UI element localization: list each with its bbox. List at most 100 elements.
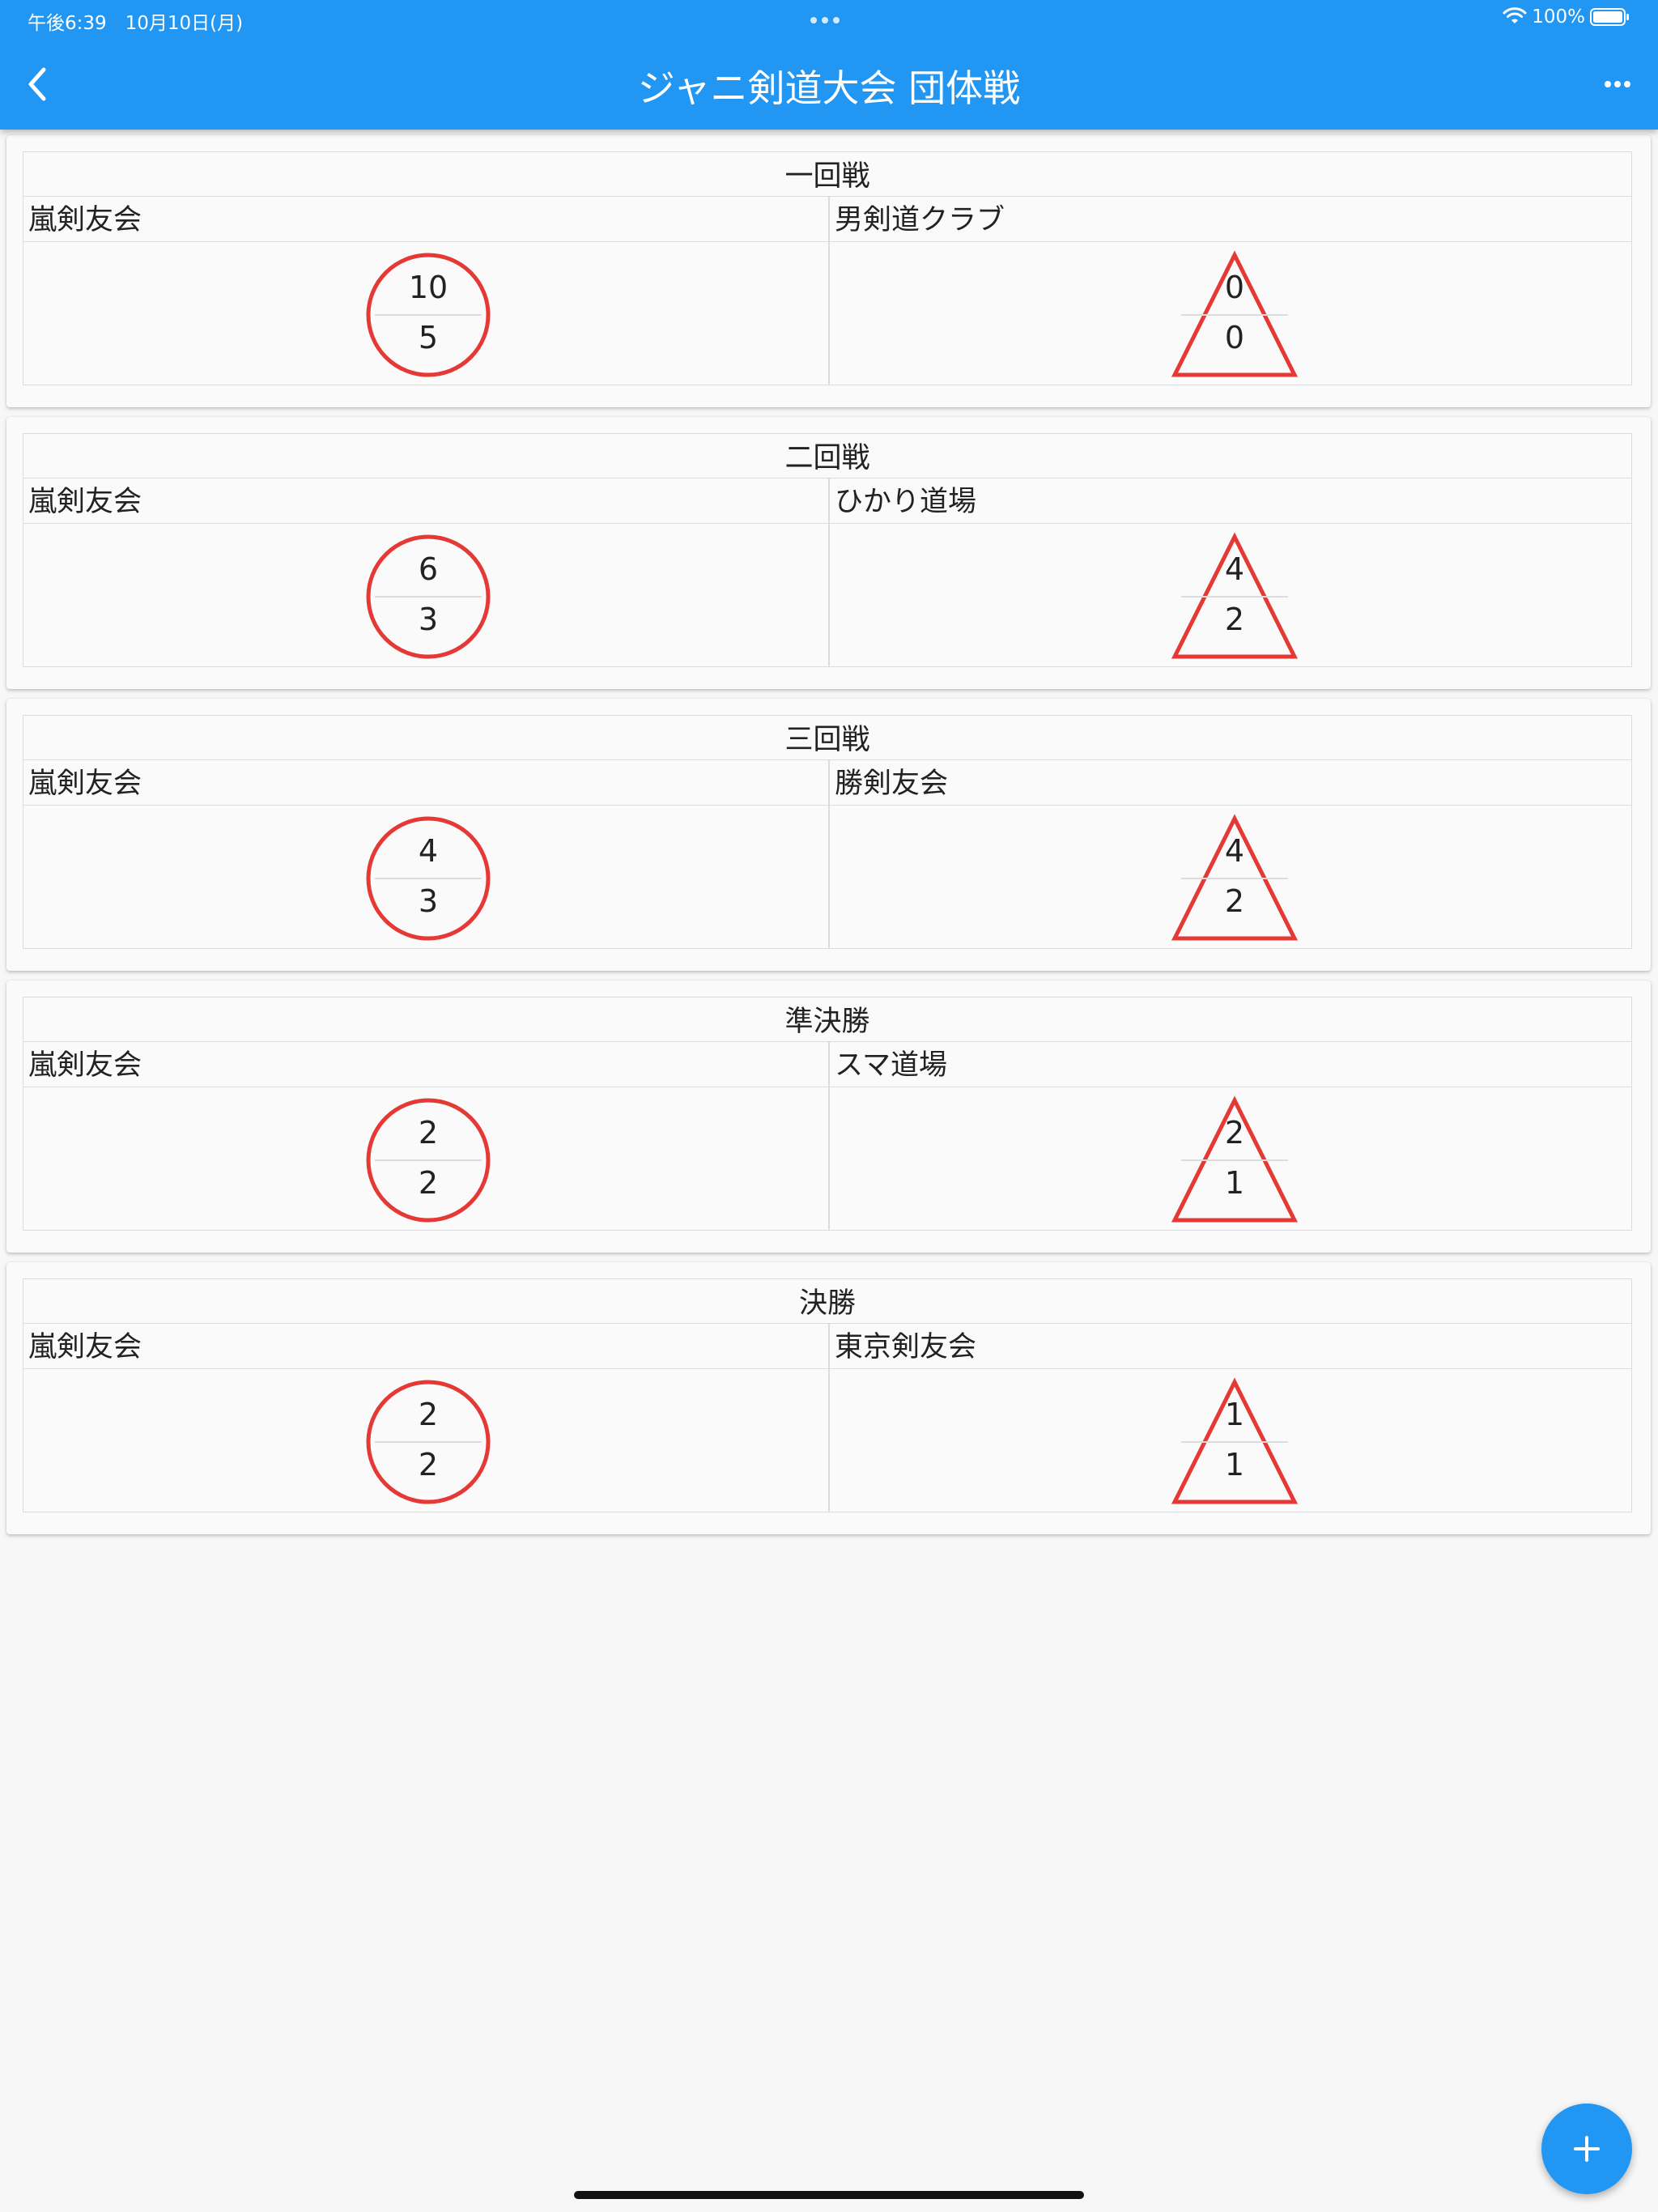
right-score-bottom: 1	[1224, 1447, 1245, 1482]
match-table: 二回戦 嵐剣友会 ひかり道場 6 3 4 2	[23, 433, 1632, 667]
circle-mark: 22	[363, 1095, 493, 1225]
round-title: 決勝	[23, 1279, 1631, 1324]
left-score-top: 10	[408, 270, 449, 305]
left-score-top: 6	[418, 551, 439, 587]
score-divider	[375, 1159, 482, 1161]
left-team-name: 嵐剣友会	[28, 768, 142, 800]
left-score-top: 2	[418, 1115, 439, 1151]
team-row: 嵐剣友会 ひかり道場	[23, 479, 1631, 524]
right-score-cell[interactable]: 42	[830, 524, 1635, 666]
wifi-icon	[1503, 7, 1527, 27]
left-score-bottom: 2	[418, 1447, 439, 1482]
circle-mark: 63	[363, 532, 493, 661]
triangle-mark: 21	[1170, 1095, 1299, 1225]
score-divider	[1181, 1159, 1288, 1161]
left-score-cell[interactable]: 43	[23, 806, 828, 948]
team-row: 嵐剣友会 スマ道場	[23, 1042, 1631, 1087]
triangle-mark: 42	[1170, 532, 1299, 661]
left-team-name: 嵐剣友会	[28, 486, 142, 518]
round-title: 一回戦	[23, 152, 1631, 197]
status-time: 午後6:39 10月10日(月)	[28, 13, 244, 34]
score-row: 2211	[23, 1369, 1631, 1512]
left-score-top: 2	[418, 1397, 439, 1432]
score-divider	[375, 878, 482, 879]
score-divider	[1181, 878, 1288, 879]
score-divider	[375, 1441, 482, 1443]
right-score-cell[interactable]: 00	[830, 242, 1635, 385]
score-divider	[375, 314, 482, 316]
score-row: 10 5 0 0	[23, 242, 1631, 385]
app-bar: 午後6:39 10月10日(月) 100% ジャニ剣道大会 団体戦	[0, 0, 1658, 130]
match-table: 準決勝 嵐剣友会 スマ道場 2 2 2 1	[23, 997, 1632, 1231]
right-score-top: 2	[1224, 1115, 1245, 1151]
right-score-bottom: 1	[1224, 1165, 1245, 1201]
score-divider	[375, 596, 482, 598]
right-score-top: 0	[1224, 270, 1245, 305]
triangle-mark: 11	[1170, 1377, 1299, 1507]
score-divider	[1181, 314, 1288, 316]
right-score-top: 4	[1224, 833, 1245, 869]
right-score-top: 1	[1224, 1397, 1245, 1432]
match-card[interactable]: 三回戦 嵐剣友会 勝剣友会 4 3 4 2	[6, 699, 1651, 971]
score-row: 2221	[23, 1087, 1631, 1230]
team-row: 嵐剣友会 勝剣友会	[23, 760, 1631, 806]
right-team-name: 男剣道クラブ	[835, 204, 1005, 236]
right-team-name: スマ道場	[835, 1049, 947, 1082]
right-score-cell[interactable]: 42	[830, 806, 1635, 948]
left-score-bottom: 5	[418, 320, 439, 355]
right-score-cell[interactable]: 11	[830, 1369, 1635, 1512]
add-match-button[interactable]	[1541, 2104, 1632, 2194]
match-card[interactable]: 準決勝 嵐剣友会 スマ道場 2 2 2 1	[6, 981, 1651, 1253]
chevron-left-icon	[28, 67, 46, 101]
match-card[interactable]: 一回戦 嵐剣友会 男剣道クラブ 10 5 0 0	[6, 135, 1651, 407]
team-row: 嵐剣友会 東京剣友会	[23, 1324, 1631, 1369]
left-team-name: 嵐剣友会	[28, 1331, 142, 1363]
match-card[interactable]: 二回戦 嵐剣友会 ひかり道場 6 3 4 2	[6, 417, 1651, 689]
left-score-bottom: 3	[418, 602, 439, 637]
more-horizontal-icon	[1605, 81, 1630, 87]
right-score-bottom: 2	[1224, 602, 1245, 637]
round-title: 二回戦	[23, 434, 1631, 479]
team-row: 嵐剣友会 男剣道クラブ	[23, 197, 1631, 242]
left-score-bottom: 3	[418, 883, 439, 919]
left-team-name: 嵐剣友会	[28, 204, 142, 236]
plus-icon	[1574, 2136, 1600, 2162]
circle-mark: 10 5	[363, 250, 493, 380]
status-indicators: 100%	[1503, 6, 1630, 28]
right-team-name: 東京剣友会	[835, 1331, 977, 1363]
left-score-bottom: 2	[418, 1165, 439, 1201]
score-divider	[1181, 1441, 1288, 1443]
right-score-bottom: 0	[1224, 320, 1245, 355]
score-row: 4342	[23, 806, 1631, 948]
match-table: 三回戦 嵐剣友会 勝剣友会 4 3 4 2	[23, 715, 1632, 949]
circle-mark: 43	[363, 814, 493, 943]
right-team-name: ひかり道場	[835, 486, 977, 518]
right-score-bottom: 2	[1224, 883, 1245, 919]
battery-icon	[1590, 7, 1630, 27]
right-team-name: 勝剣友会	[835, 768, 949, 800]
left-score-cell[interactable]: 10 5	[23, 242, 828, 385]
triangle-mark: 00	[1170, 250, 1299, 380]
round-title: 準決勝	[23, 998, 1631, 1042]
circle-mark: 22	[363, 1377, 493, 1507]
triangle-mark: 42	[1170, 814, 1299, 943]
match-card[interactable]: 決勝 嵐剣友会 東京剣友会 2 2 1 1	[6, 1262, 1651, 1534]
match-table: 一回戦 嵐剣友会 男剣道クラブ 10 5 0 0	[23, 151, 1632, 385]
back-button[interactable]	[15, 60, 60, 108]
score-divider	[1181, 596, 1288, 598]
multitasking-dots-icon[interactable]	[810, 17, 840, 23]
left-score-cell[interactable]: 22	[23, 1369, 828, 1512]
left-score-top: 4	[418, 833, 439, 869]
left-score-cell[interactable]: 22	[23, 1087, 828, 1230]
battery-percent: 100%	[1532, 6, 1585, 28]
left-team-name: 嵐剣友会	[28, 1049, 142, 1082]
right-score-top: 4	[1224, 551, 1245, 587]
round-title: 三回戦	[23, 716, 1631, 760]
score-row: 6342	[23, 524, 1631, 666]
left-score-cell[interactable]: 63	[23, 524, 828, 666]
match-table: 決勝 嵐剣友会 東京剣友会 2 2 1 1	[23, 1278, 1632, 1512]
right-score-cell[interactable]: 21	[830, 1087, 1635, 1230]
page-title: ジャニ剣道大会 団体戦	[637, 66, 1021, 110]
more-button[interactable]	[1595, 68, 1640, 100]
home-indicator[interactable]	[574, 2191, 1084, 2199]
